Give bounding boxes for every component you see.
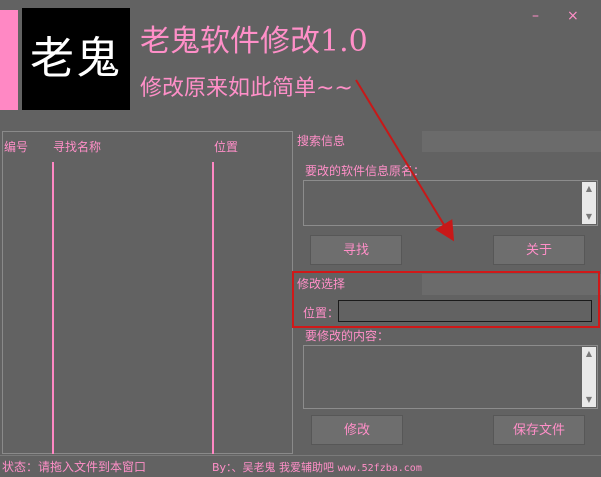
original-name-label: 要改的软件信息原名： bbox=[305, 164, 426, 178]
column-divider bbox=[212, 162, 214, 454]
find-button[interactable]: 寻找 bbox=[310, 235, 402, 265]
close-button[interactable]: × bbox=[567, 8, 579, 24]
app-title: 老鬼软件修改1.0 bbox=[140, 24, 368, 59]
scroll-down-icon[interactable]: ▼ bbox=[582, 210, 596, 224]
column-divider bbox=[52, 162, 54, 454]
website-link[interactable]: www.52fzba.com bbox=[338, 463, 422, 474]
status-text: 状态：请拖入文件到本窗口 bbox=[2, 460, 147, 474]
column-header-name[interactable]: 寻找名称 bbox=[53, 138, 101, 155]
highlight-frame bbox=[292, 271, 600, 328]
scroll-down-icon[interactable]: ▼ bbox=[582, 393, 596, 407]
group-header-bar bbox=[422, 131, 601, 152]
content-label: 要修改的内容： bbox=[305, 329, 390, 343]
app-subtitle: 修改原来如此简单~~ bbox=[140, 76, 353, 101]
results-list[interactable] bbox=[2, 131, 293, 454]
search-group-title: 搜索信息 bbox=[297, 134, 346, 148]
content-input[interactable]: ▲ ▼ bbox=[303, 345, 598, 409]
save-file-button[interactable]: 保存文件 bbox=[493, 415, 585, 445]
credit-text: By：、吴老鬼 我爱辅助吧 www.52fzba.com bbox=[212, 459, 422, 475]
original-name-input[interactable]: ▲ ▼ bbox=[303, 180, 598, 226]
minimize-button[interactable]: – bbox=[532, 8, 539, 24]
author-credit: By：、吴老鬼 我爱辅助吧 bbox=[212, 461, 335, 474]
modify-button[interactable]: 修改 bbox=[311, 415, 403, 445]
logo: 老鬼 bbox=[22, 8, 130, 110]
footer-divider bbox=[0, 455, 601, 456]
side-accent-bar bbox=[0, 10, 18, 110]
scroll-up-icon[interactable]: ▲ bbox=[582, 347, 596, 361]
scrollbar[interactable]: ▲ ▼ bbox=[582, 347, 596, 407]
column-header-index[interactable]: 编号 bbox=[4, 138, 28, 155]
column-header-position[interactable]: 位置 bbox=[214, 138, 238, 155]
scroll-up-icon[interactable]: ▲ bbox=[582, 182, 596, 196]
scrollbar[interactable]: ▲ ▼ bbox=[582, 182, 596, 224]
about-button[interactable]: 关于 bbox=[493, 235, 585, 265]
